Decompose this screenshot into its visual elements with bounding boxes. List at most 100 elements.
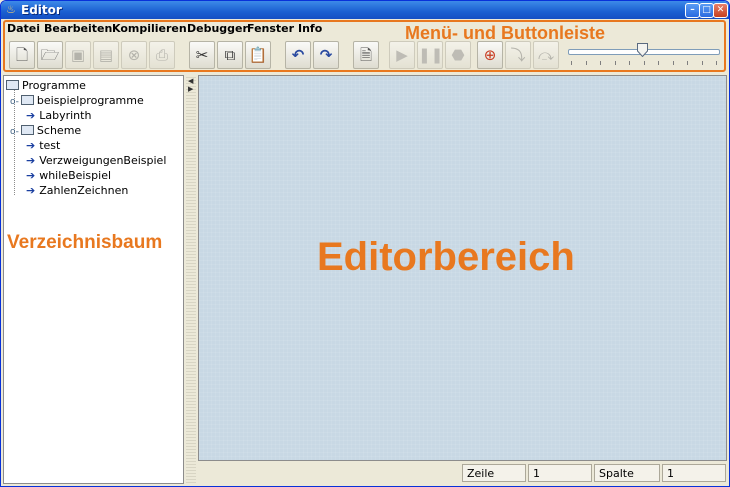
speed-slider-ticks (571, 61, 717, 66)
slider-tick (629, 61, 630, 65)
tree-item-verzweigungenbeispiel[interactable]: ➔ VerzweigungenBeispiel (26, 153, 166, 168)
tree-item-label: VerzweigungenBeispiel (39, 154, 167, 167)
copy-icon: ⧉ (224, 46, 236, 64)
slider-tick (673, 61, 674, 65)
program-arrow-icon: ➔ (26, 109, 36, 122)
new-file-icon: 🗋 (15, 46, 29, 64)
folder-icon (20, 125, 34, 135)
line-value: 1 (528, 464, 592, 482)
close-file-icon: ⊗ (127, 46, 141, 64)
save-icon: ▣ (70, 46, 86, 64)
slider-tick (600, 61, 601, 65)
slider-tick (644, 61, 645, 65)
tree-item-whilebeispiel[interactable]: ➔ whileBeispiel (26, 168, 111, 183)
run-button[interactable]: ▶ (389, 41, 415, 69)
scissors-icon: ✂ (195, 46, 209, 64)
cut-button[interactable]: ✂ (189, 41, 215, 69)
panel-splitter[interactable]: ◀ ▶ (186, 75, 196, 484)
target-icon: ⊕ (483, 46, 497, 64)
tree-item-scheme[interactable]: o- Scheme (10, 123, 81, 138)
step-over-icon: ⤼ (537, 46, 555, 64)
step-into-button[interactable]: ⤵ (505, 41, 531, 69)
slider-tick (658, 61, 659, 65)
status-bar: Zeile 1 Spalte 1 (198, 463, 727, 485)
collapse-right-icon[interactable]: ▶ (188, 85, 193, 93)
new-file-button[interactable]: 🗋 (9, 41, 35, 69)
expand-icon: o- (10, 127, 19, 137)
tree-item-label: Scheme (36, 124, 82, 137)
expand-icon: o- (10, 97, 19, 107)
column-label: Spalte (594, 464, 660, 482)
slider-tick (702, 61, 703, 65)
compile-button[interactable]: 🗎 (353, 41, 379, 69)
menu-bearbeiten[interactable]: Bearbeiten (44, 22, 112, 36)
slider-tick (586, 61, 587, 65)
binary-file-icon: 🗎 (359, 46, 373, 64)
slider-tick (571, 61, 572, 65)
redo-button[interactable]: ↷ (313, 41, 339, 69)
tree-item-zahlenzeichnen[interactable]: ➔ ZahlenZeichnen (26, 183, 128, 198)
program-arrow-icon: ➔ (26, 184, 36, 197)
slider-tick (687, 61, 688, 65)
step-over-button[interactable]: ⤼ (533, 41, 559, 69)
tree-item-label: Labyrinth (39, 109, 92, 122)
debug-target-button[interactable]: ⊕ (477, 41, 503, 69)
copy-button[interactable]: ⧉ (217, 41, 243, 69)
slider-tick (716, 61, 717, 65)
menu-bar: Datei Bearbeiten Kompilieren Debugger Fe… (3, 20, 725, 38)
undo-button[interactable]: ↶ (285, 41, 311, 69)
save-button[interactable]: ▣ (65, 41, 91, 69)
stop-icon: ⬣ (451, 46, 465, 64)
menu-debugger[interactable]: Debugger (187, 22, 248, 36)
menu-fenster[interactable]: Fenster (247, 22, 294, 36)
tree-item-test[interactable]: ➔ test (26, 138, 60, 153)
close-file-button[interactable]: ⊗ (121, 41, 147, 69)
redo-icon: ↷ (319, 46, 333, 64)
speed-slider-thumb[interactable] (637, 43, 648, 57)
undo-icon: ↶ (291, 46, 305, 64)
print-icon: ⎙ (155, 46, 168, 64)
program-arrow-icon: ➔ (26, 169, 36, 182)
pause-icon: ❚❚ (418, 46, 444, 64)
play-icon: ▶ (396, 46, 408, 64)
pause-button[interactable]: ❚❚ (417, 41, 443, 69)
tree-item-label: whileBeispiel (39, 169, 112, 182)
tree-item-label: beispielprogramme (36, 94, 144, 107)
save-all-button[interactable]: ▤ (93, 41, 119, 69)
tree-item-beispielprogramme[interactable]: o-beispielprogramme (10, 93, 144, 108)
window-title: Editor (21, 3, 62, 17)
open-folder-button[interactable]: 🗁 (37, 41, 63, 69)
collapse-left-icon[interactable]: ◀ (188, 77, 193, 85)
menu-datei[interactable]: Datei (7, 22, 40, 36)
editor-window: ♨ Editor – □ ✕ Datei Bearbeiten Kompilie… (0, 0, 730, 487)
save-all-icon: ▤ (98, 46, 114, 64)
title-bar[interactable]: ♨ Editor – □ ✕ (1, 1, 729, 19)
tree-root[interactable]: Programme (6, 78, 86, 93)
program-arrow-icon: ➔ (26, 154, 36, 167)
step-into-icon: ⤵ (510, 46, 526, 64)
menu-info[interactable]: Info (298, 22, 322, 36)
paste-button[interactable]: 📋 (245, 41, 271, 69)
tree-item-label: ZahlenZeichnen (39, 184, 129, 197)
close-button[interactable]: ✕ (713, 3, 728, 18)
tree-item-labyrinth[interactable]: ➔ Labyrinth (26, 108, 91, 123)
tree-root-label: Programme (22, 79, 86, 92)
column-value: 1 (662, 464, 726, 482)
editor-area[interactable] (198, 75, 727, 461)
folder-icon (20, 95, 34, 105)
folder-icon (6, 80, 19, 90)
print-button[interactable]: ⎙ (149, 41, 175, 69)
tree-item-label: test (39, 139, 61, 152)
clipboard-icon: 📋 (248, 46, 268, 64)
slider-tick (615, 61, 616, 65)
line-label: Zeile (462, 464, 526, 482)
java-app-icon: ♨ (6, 3, 16, 16)
minimize-button[interactable]: – (685, 3, 700, 18)
stop-button[interactable]: ⬣ (445, 41, 471, 69)
directory-tree[interactable]: Programme o-beispielprogramme ➔ Labyrinth… (3, 75, 184, 484)
program-arrow-icon: ➔ (26, 139, 36, 152)
maximize-button[interactable]: □ (699, 3, 714, 18)
menu-kompilieren[interactable]: Kompilieren (112, 22, 187, 36)
open-folder-icon: 🗁 (40, 46, 60, 64)
toolbar: 🗋 🗁 ▣ ▤ ⊗ ⎙ ✂ ⧉ 📋 ↶ ↷ 🗎 ▶ ❚❚ ⬣ ⊕ ⤵ ⤼ (3, 38, 725, 72)
